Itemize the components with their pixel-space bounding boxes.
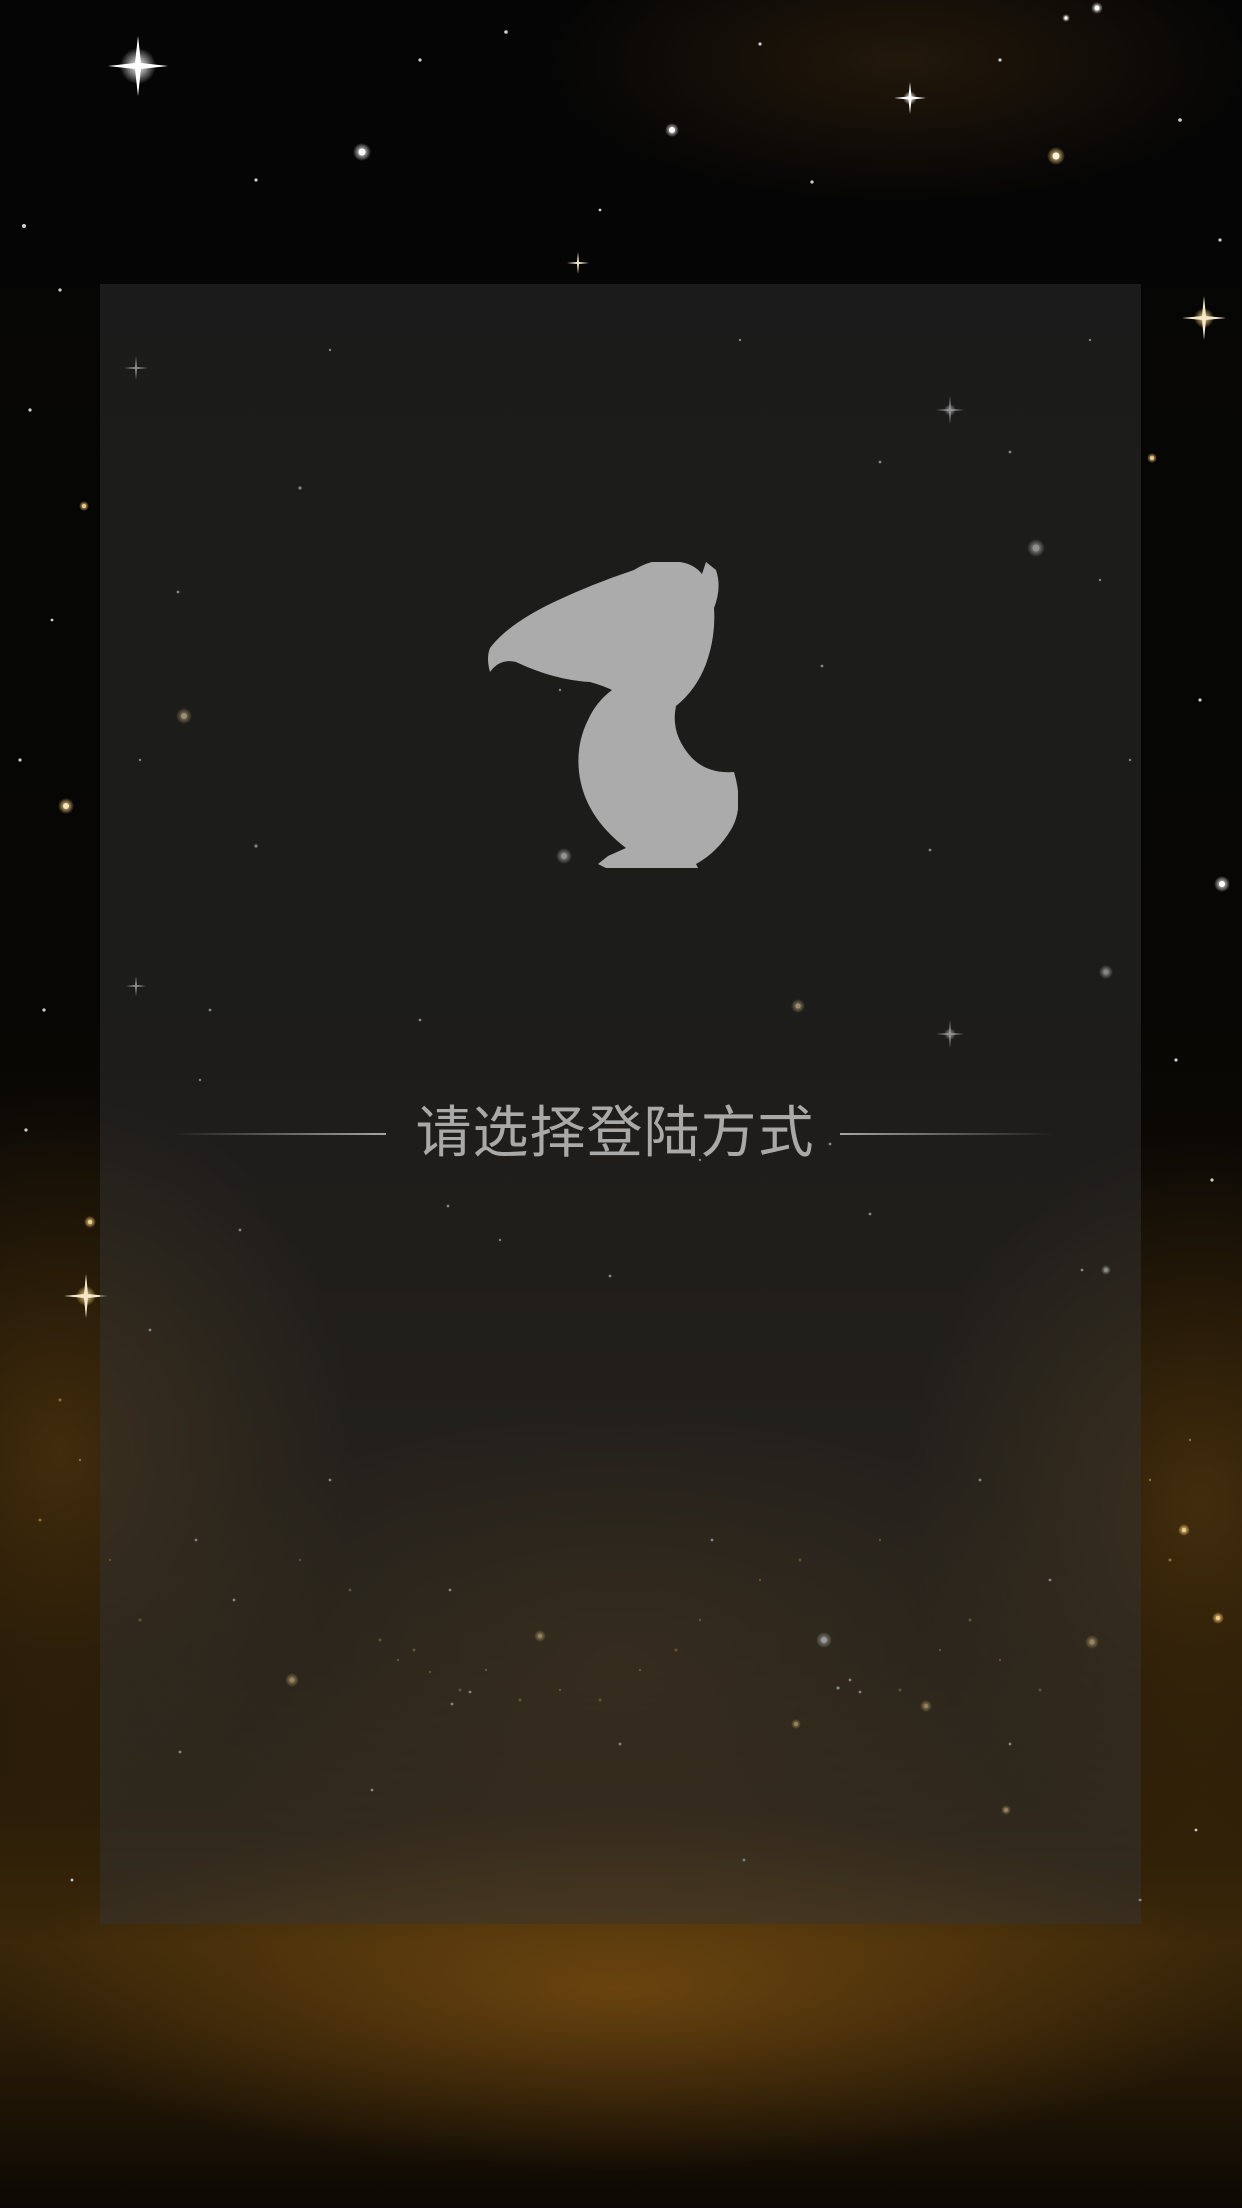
sparkle-star xyxy=(1182,296,1226,340)
login-method-prompt: 请选择登陆方式 xyxy=(415,1101,815,1166)
divider-line-left xyxy=(172,1133,386,1135)
divider-line-right xyxy=(840,1133,1054,1135)
login-screen: 请选择登陆方式 xyxy=(0,0,1242,2208)
sparkle-star xyxy=(108,36,168,96)
pelican-logo-icon xyxy=(488,562,738,868)
sparkle-star xyxy=(567,252,589,274)
sparkle-star xyxy=(894,82,926,114)
login-method-divider: 请选择登陆方式 xyxy=(100,1098,1141,1170)
